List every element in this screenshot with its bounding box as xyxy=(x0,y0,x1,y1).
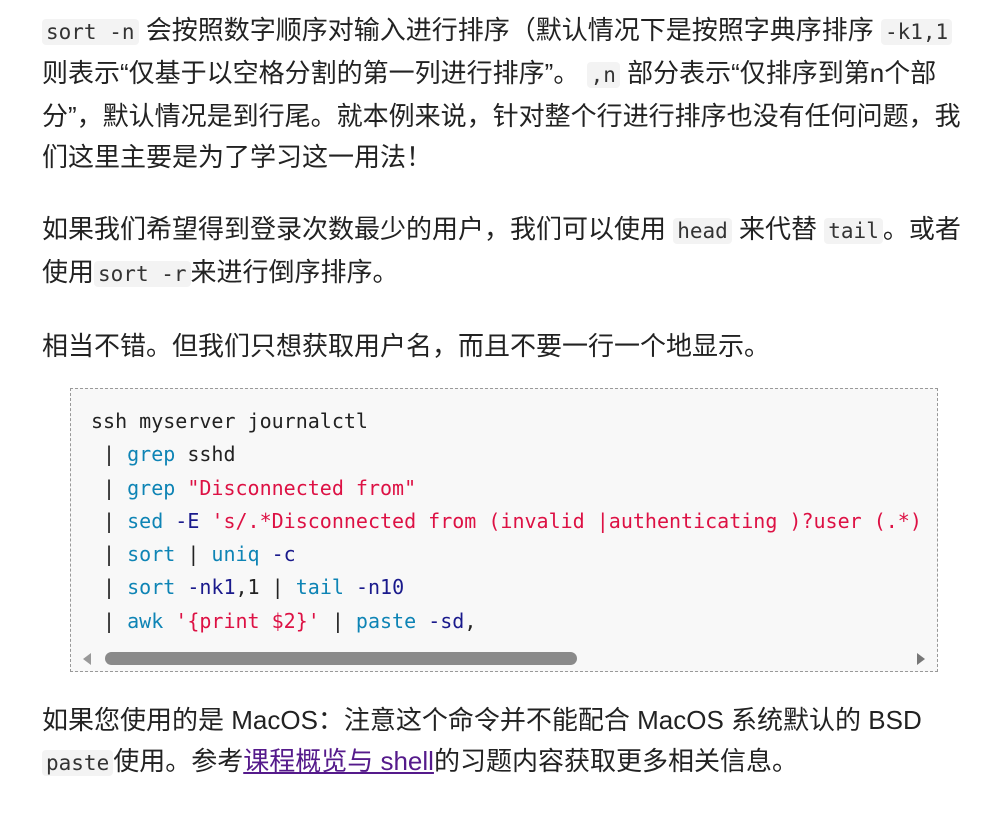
text: 如果我们希望得到登录次数最少的用户，我们可以使用 xyxy=(42,214,674,244)
inline-code: ,n xyxy=(586,62,620,88)
code-token-pl: | xyxy=(91,475,128,500)
inline-code: -k1,1 xyxy=(880,19,953,45)
code-token-str: 's/.*Disconnected from (invalid |authent… xyxy=(211,508,937,533)
code-line: | sort | uniq -c xyxy=(91,538,937,571)
article-body-bottom: 如果您使用的是 MacOS：注意这个命令并不能配合 MacOS 系统默认的 BS… xyxy=(42,700,972,815)
code-token-kw: sed xyxy=(127,508,164,533)
code-line: | grep sshd xyxy=(91,438,937,471)
code-line: | sort -nk1,1 | tail -n10 xyxy=(91,571,937,604)
code-token-pl: | xyxy=(91,508,128,533)
code-content: ssh myserver journalctl | grep sshd | gr… xyxy=(71,389,937,638)
code-token-pl: | xyxy=(91,442,128,467)
inline-code: tail xyxy=(824,218,883,244)
text: 来进行倒序排序。 xyxy=(190,257,399,287)
code-token-opt: -nk1 xyxy=(187,575,236,600)
text: 的习题内容获取更多相关信息。 xyxy=(433,746,798,776)
code-token-kw: paste xyxy=(355,608,417,633)
code-token-pl: , xyxy=(464,608,477,633)
code-token-pl: ssh myserver journalctl xyxy=(91,409,368,433)
scroll-left-arrow-icon[interactable] xyxy=(83,653,91,665)
text: 来代替 xyxy=(731,214,825,244)
code-token-opt: -n10 xyxy=(355,575,405,600)
code-token-kw: grep xyxy=(127,475,176,500)
code-token-pl: | xyxy=(175,542,212,567)
code-block: ssh myserver journalctl | grep sshd | gr… xyxy=(70,388,938,672)
code-token-opt: -sd xyxy=(428,608,465,633)
code-token-kw: sort xyxy=(127,542,176,567)
article-body: sort -n 会按照数字顺序对输入进行排序（默认情况下是按照字典序排序 -k1… xyxy=(42,10,972,398)
text: 如果您使用的是 MacOS：注意这个命令并不能配合 MacOS 系统默认的 BS… xyxy=(42,705,922,735)
code-token-pl: | xyxy=(91,575,128,600)
code-line: | grep "Disconnected from" xyxy=(91,472,937,505)
horizontal-scrollbar[interactable] xyxy=(71,647,937,671)
course-overview-link[interactable]: 课程概览与 shell xyxy=(243,746,434,776)
code-token-pl: sshd xyxy=(175,442,236,467)
code-token-kw: grep xyxy=(127,442,176,467)
code-line: | sed -E 's/.*Disconnected from (invalid… xyxy=(91,505,937,538)
code-token-kw: tail xyxy=(295,575,344,600)
paragraph-head-tail: 如果我们希望得到登录次数最少的用户，我们可以使用 head 来代替 tail 。或… xyxy=(42,209,972,295)
text: 则表示“仅基于以空格分割的第一列进行排序”。 xyxy=(42,58,580,88)
paragraph-sort-explanation: sort -n 会按照数字顺序对输入进行排序（默认情况下是按照字典序排序 -k1… xyxy=(42,10,972,178)
code-token-opt: -E xyxy=(175,508,200,533)
inline-code: head xyxy=(673,218,732,244)
code-line: | awk '{print $2}' | paste -sd, xyxy=(91,605,937,638)
code-token-pl: | xyxy=(319,608,356,633)
code-token-opt: -c xyxy=(271,542,296,567)
inline-code: sort -r xyxy=(94,261,191,287)
paragraph-usernames: 相当不错。但我们只想获取用户名，而且不要一行一个地显示。 xyxy=(42,331,771,361)
text: 使用。参考 xyxy=(113,746,244,776)
text: 会按照数字顺序对输入进行排序（默认情况下是按照字典序排序 xyxy=(138,15,881,45)
code-token-kw: awk xyxy=(127,608,164,633)
code-token-pl: | xyxy=(91,542,128,567)
paragraph-macos-note: 如果您使用的是 MacOS：注意这个命令并不能配合 MacOS 系统默认的 BS… xyxy=(42,700,972,784)
code-token-pl: ,1 | xyxy=(235,575,296,600)
inline-code: paste xyxy=(42,750,114,776)
scroll-right-arrow-icon[interactable] xyxy=(917,653,925,665)
code-line: ssh myserver journalctl xyxy=(91,405,937,438)
code-token-pl: | xyxy=(91,608,128,633)
code-token-str: '{print $2}' xyxy=(175,608,320,633)
inline-code: sort -n xyxy=(42,19,139,45)
code-token-kw: uniq xyxy=(211,542,260,567)
code-token-str: "Disconnected from" xyxy=(187,475,417,500)
scrollbar-thumb[interactable] xyxy=(105,652,577,665)
code-token-kw: sort xyxy=(127,575,176,600)
